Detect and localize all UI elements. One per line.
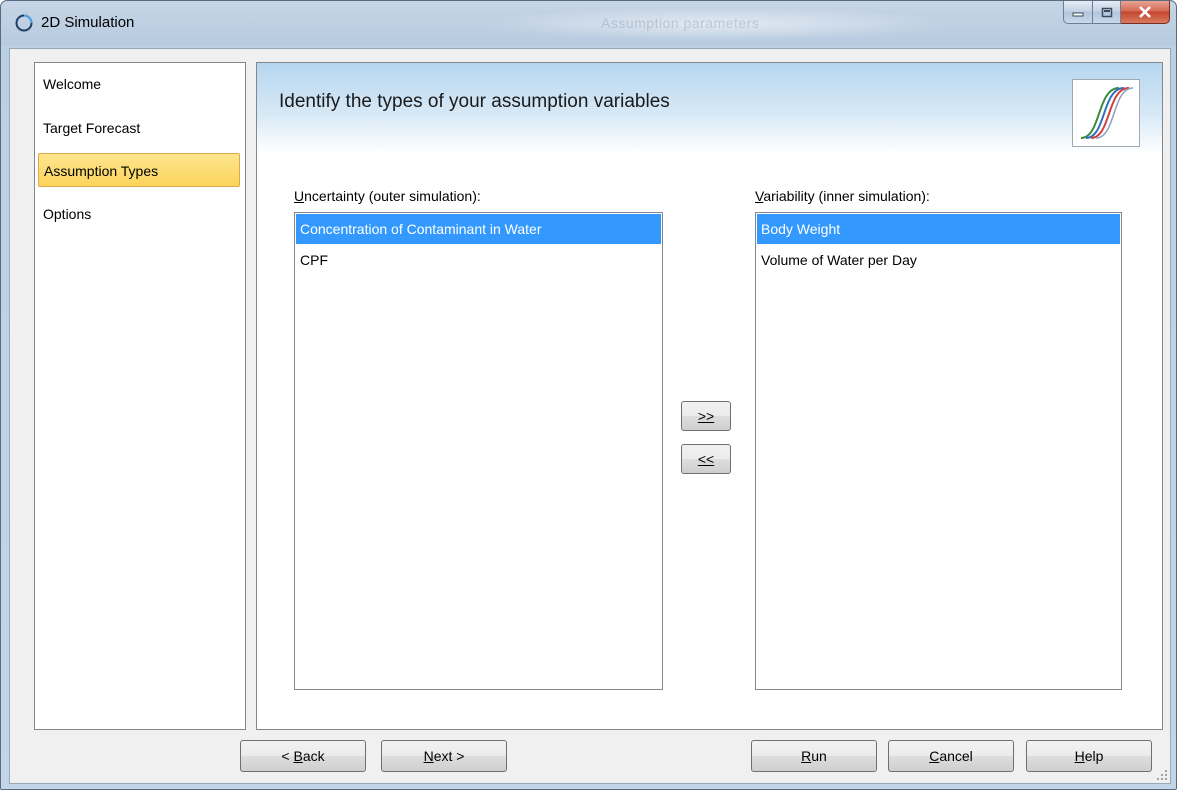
page-title: Identify the types of your assumption va… (279, 91, 670, 112)
nav-item-label: Options (43, 206, 92, 222)
list-item-label: Concentration of Contaminant in Water (300, 221, 542, 237)
list-item-label: Volume of Water per Day (761, 252, 917, 268)
list-item-label: CPF (300, 252, 328, 268)
cancel-button[interactable]: Cancel (888, 740, 1014, 772)
run-button[interactable]: Run (751, 740, 877, 772)
list-item[interactable]: CPF (296, 245, 661, 275)
nav-item-label: Target Forecast (43, 120, 141, 136)
caption-buttons (1063, 1, 1170, 25)
variability-label: Variability (inner simulation): (755, 188, 930, 204)
title-bar[interactable]: Assumption parameters 2D Simulation (1, 1, 1176, 47)
maximize-icon (1101, 7, 1112, 17)
move-right-button[interactable]: >> (681, 401, 731, 431)
header-banner: Identify the types of your assumption va… (257, 63, 1162, 153)
button-label-rest: ack (302, 748, 325, 764)
close-button[interactable] (1121, 1, 1170, 24)
maximize-button[interactable] (1093, 1, 1121, 24)
nav-item-label: Assumption Types (44, 163, 159, 179)
nav-item-target-forecast[interactable]: Target Forecast (38, 111, 240, 145)
ghost-title: Assumption parameters (601, 15, 760, 31)
s-curves-icon (1072, 79, 1140, 147)
next-button[interactable]: Next > (381, 740, 507, 772)
minimize-icon (1072, 12, 1084, 17)
move-left-label: << (697, 451, 715, 467)
uncertainty-label-text: ncertainty (outer simulation): (304, 188, 481, 204)
button-label-mnemonic: H (1074, 748, 1085, 764)
list-item[interactable]: Body Weight (757, 214, 1120, 244)
wizard-step-list: Welcome Target Forecast Assumption Types… (34, 62, 246, 730)
button-label-mnemonic: R (801, 748, 812, 764)
list-item[interactable]: Volume of Water per Day (757, 245, 1120, 275)
app-icon (15, 14, 33, 32)
window-title: 2D Simulation (41, 14, 135, 31)
client-area: Welcome Target Forecast Assumption Types… (9, 48, 1171, 784)
minimize-button[interactable] (1063, 1, 1093, 24)
back-button[interactable]: < Back (240, 740, 366, 772)
button-label-rest: elp (1084, 748, 1104, 764)
nav-item-label: Welcome (43, 76, 102, 92)
nav-item-assumption-types[interactable]: Assumption Types (38, 153, 240, 187)
resize-grip-icon[interactable] (1156, 769, 1168, 781)
variability-listbox[interactable]: Body Weight Volume of Water per Day (755, 212, 1122, 690)
uncertainty-label-mnemonic: U (294, 188, 305, 204)
nav-item-options[interactable]: Options (38, 197, 240, 231)
button-label-mnemonic: B (293, 748, 303, 764)
button-label-rest: ancel (939, 748, 973, 764)
uncertainty-listbox[interactable]: Concentration of Contaminant in Water CP… (294, 212, 663, 690)
move-left-button[interactable]: << (681, 444, 731, 474)
button-label-rest: ext > (433, 748, 465, 764)
list-item[interactable]: Concentration of Contaminant in Water (296, 214, 661, 244)
uncertainty-label: Uncertainty (outer simulation): (294, 188, 481, 204)
variability-label-text: ariability (inner simulation): (763, 188, 930, 204)
button-label-rest: un (811, 748, 827, 764)
help-button[interactable]: Help (1026, 740, 1152, 772)
button-label-prefix: < (281, 748, 294, 764)
main-panel: Identify the types of your assumption va… (256, 62, 1163, 730)
button-label-mnemonic: N (423, 748, 434, 764)
list-item-label: Body Weight (761, 221, 841, 237)
wizard-window: Assumption parameters 2D Simulation Welc… (0, 0, 1177, 790)
move-right-label: >> (697, 408, 715, 424)
button-label-mnemonic: C (929, 748, 940, 764)
close-icon (1139, 6, 1151, 18)
nav-item-welcome[interactable]: Welcome (38, 67, 240, 101)
